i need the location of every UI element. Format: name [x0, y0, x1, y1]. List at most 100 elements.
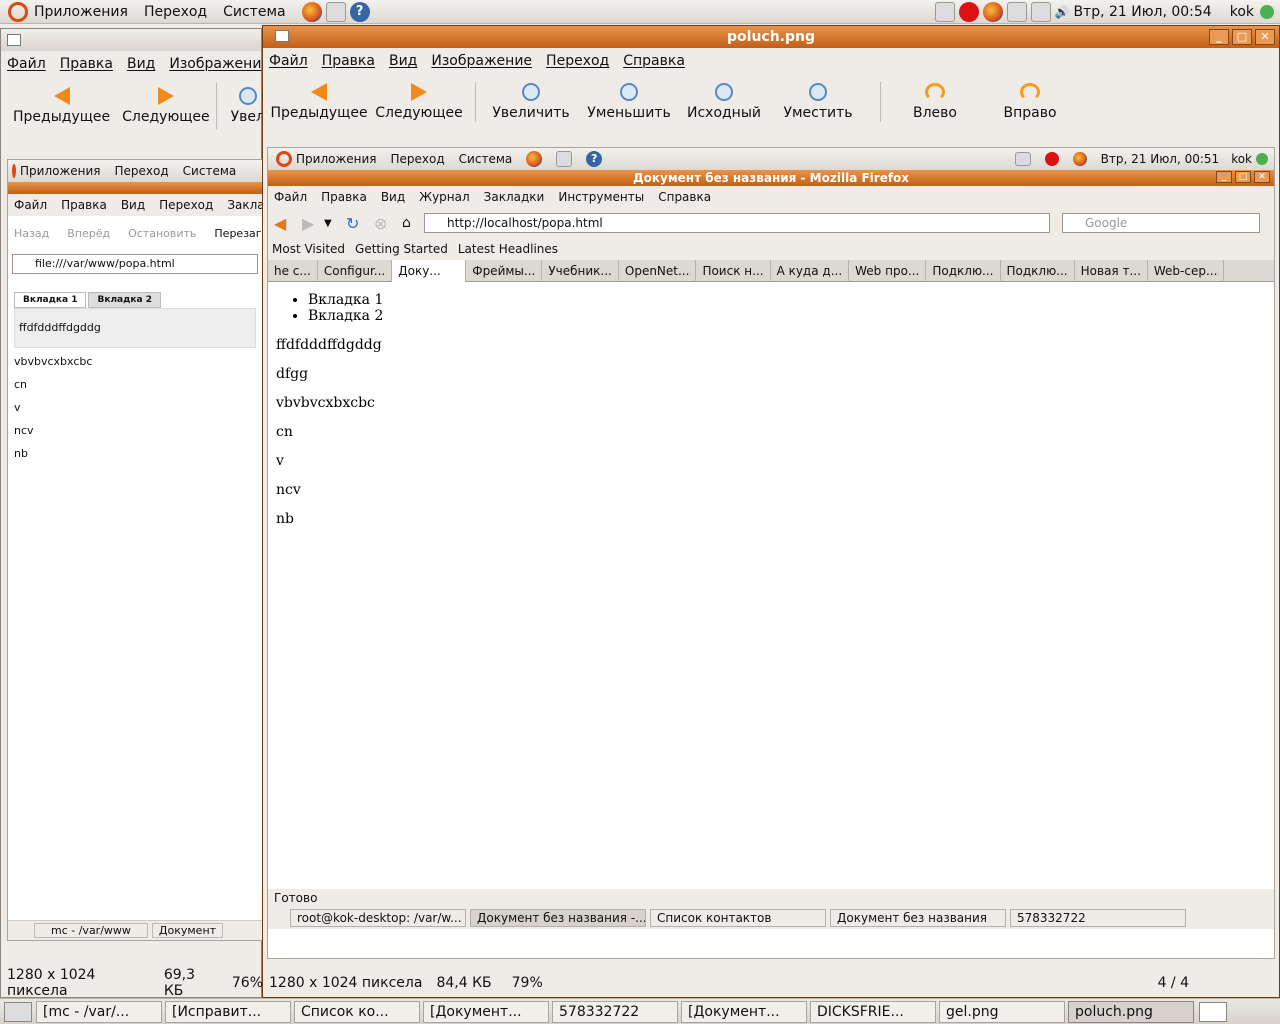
zoom-in-icon	[238, 87, 257, 105]
task-button[interactable]: [mc - /var/...	[36, 1000, 162, 1023]
zoom-fit-button[interactable]: Уместить	[770, 79, 866, 125]
shot-taskbar: root@kok-desktop: /var/w... Документ без…	[268, 907, 1274, 929]
bg-menu-file[interactable]: Файл	[7, 56, 46, 72]
label: Система	[182, 164, 237, 178]
text-line: v	[14, 401, 21, 414]
prev-button[interactable]: Предыдущее	[269, 79, 369, 125]
window-title: poluch.png	[727, 29, 815, 45]
smile-icon[interactable]	[1006, 1, 1027, 22]
task-button[interactable]: DICKSFRIE...	[810, 1000, 936, 1023]
task-button[interactable]: [Документ...	[681, 1000, 807, 1023]
label: Файл	[14, 198, 48, 212]
list-item: Вкладка 1	[308, 292, 1266, 308]
image-canvas[interactable]: Приложения Переход Система ? Втр, 21 Июл…	[267, 147, 1275, 959]
notify-icon[interactable]	[982, 1, 1003, 22]
zoom-in-button[interactable]: Увеличить	[482, 79, 580, 125]
firefox-icon	[526, 151, 543, 167]
menu-applications[interactable]: Приложения	[34, 4, 128, 20]
menu-view[interactable]: Вид	[389, 53, 417, 69]
task-button[interactable]: [Исправит...	[165, 1000, 291, 1023]
firefox-launcher-icon[interactable]	[301, 1, 322, 22]
help-icon[interactable]: ?	[349, 1, 370, 22]
menu-go[interactable]: Переход	[546, 53, 609, 69]
titlebar[interactable]: poluch.png _ □ ✕	[263, 26, 1279, 48]
paragraph: ncv	[276, 482, 301, 498]
tab: Подклю...	[926, 259, 1001, 282]
bg-next-button[interactable]: Следующее	[116, 83, 216, 129]
rotate-left-button[interactable]: Влево	[895, 79, 975, 125]
bg-menubar: Файл Правка Вид Изображени	[1, 51, 261, 77]
volume-icon[interactable]: 🔊	[1055, 5, 1070, 19]
shot-tab-strip: he c... Configur... Доку... Фреймы... Уч…	[268, 259, 1274, 282]
stop-notify-icon[interactable]	[958, 1, 979, 22]
bg-shot-nav: Назад Вперёд Остановить Перезагр	[8, 216, 262, 250]
label: Переход	[390, 152, 445, 166]
bg-menu-edit[interactable]: Правка	[60, 56, 113, 72]
zoom-level: 79%	[511, 975, 543, 991]
task-button[interactable]: 578332722	[552, 1000, 678, 1023]
window-icon	[7, 34, 21, 46]
menubar: Файл Правка Вид Изображение Переход Спра…	[263, 48, 1279, 74]
tab: Поиск н...	[696, 259, 771, 282]
menu-system[interactable]: Система	[223, 4, 285, 20]
menu-places[interactable]: Переход	[144, 4, 207, 20]
ubuntu-logo-icon[interactable]	[8, 1, 28, 22]
menu-edit[interactable]: Правка	[322, 53, 375, 69]
task-button[interactable]: Список ко...	[294, 1000, 420, 1023]
clock[interactable]: Втр, 21 Июл, 00:54	[1073, 4, 1211, 20]
tab: Web-сер...	[1148, 259, 1225, 282]
task-button-active[interactable]: poluch.png	[1068, 1000, 1194, 1023]
top-panel: Приложения Переход Система ? 🔊 Втр, 21 И…	[0, 0, 1280, 24]
bg-menu-view[interactable]: Вид	[127, 56, 155, 72]
show-desktop-button[interactable]	[4, 1001, 32, 1022]
bg-toolbar: Предыдущее Следующее Увел	[1, 77, 265, 135]
tab-active: Доку...	[392, 259, 467, 282]
ff-close-icon: ✕	[1254, 171, 1270, 183]
task: Документ без названия -...	[470, 909, 646, 927]
window-icon[interactable]	[275, 30, 289, 42]
bg-menu-image[interactable]: Изображени	[169, 56, 261, 72]
workspace-switcher[interactable]	[1199, 1001, 1227, 1022]
minimize-button[interactable]: _	[1209, 29, 1229, 45]
text-line: nb	[14, 447, 28, 460]
label: Инструменты	[558, 190, 645, 204]
paragraph: dfgg	[276, 366, 309, 382]
image-dims: 1280 x 1024 пиксела	[269, 975, 423, 991]
ubuntu-logo-icon	[276, 151, 292, 167]
history-dropdown-icon: ▼	[324, 217, 332, 229]
bg-shot-tabs: Вкладка 1 Вкладка 2	[14, 292, 256, 308]
back-icon: ◀	[274, 213, 287, 233]
mail-notify-icon	[1014, 152, 1031, 166]
task-button[interactable]: [Документ...	[423, 1000, 549, 1023]
bg-prev-button[interactable]: Предыдущее	[7, 83, 116, 129]
label: Приложения	[296, 152, 377, 166]
task: Документ	[151, 923, 224, 938]
tab: Новая т...	[1075, 259, 1148, 282]
close-button[interactable]: ✕	[1255, 29, 1275, 45]
mail-launcher-icon[interactable]	[325, 1, 346, 22]
user-name[interactable]: kok	[1230, 4, 1254, 20]
status-online-icon[interactable]	[1260, 4, 1274, 19]
text-line: cn	[14, 378, 28, 391]
task-button[interactable]: gel.png	[939, 1000, 1065, 1023]
menu-file[interactable]: Файл	[269, 53, 308, 69]
bg-titlebar[interactable]	[1, 29, 261, 51]
tab: Web про...	[849, 259, 927, 282]
zoom-normal-button[interactable]: Исходный	[678, 79, 770, 125]
menu-help[interactable]: Справка	[623, 53, 685, 69]
maximize-button[interactable]: □	[1232, 29, 1252, 45]
label: Правка	[321, 190, 367, 204]
bg-shot-lines: vbvbvcxbxcbc cn v ncv nb	[14, 348, 256, 465]
rotate-right-button[interactable]: Вправо	[975, 79, 1085, 125]
shot-ff-menubar: Файл Правка Вид Журнал Закладки Инструме…	[268, 186, 1274, 208]
network-icon[interactable]	[1030, 1, 1051, 22]
menu-image[interactable]: Изображение	[431, 53, 532, 69]
zoom-out-button[interactable]: Уменьшить	[580, 79, 678, 125]
status-online-icon	[1256, 153, 1268, 165]
mail-notify-icon[interactable]	[934, 1, 955, 22]
next-button[interactable]: Следующее	[369, 79, 469, 125]
rotate-left-icon	[925, 83, 945, 101]
toolbar-separator	[475, 82, 476, 122]
bg-image-canvas[interactable]: Приложения Переход Система Файл Правка В…	[7, 159, 263, 941]
tab: Учебник...	[542, 259, 619, 282]
